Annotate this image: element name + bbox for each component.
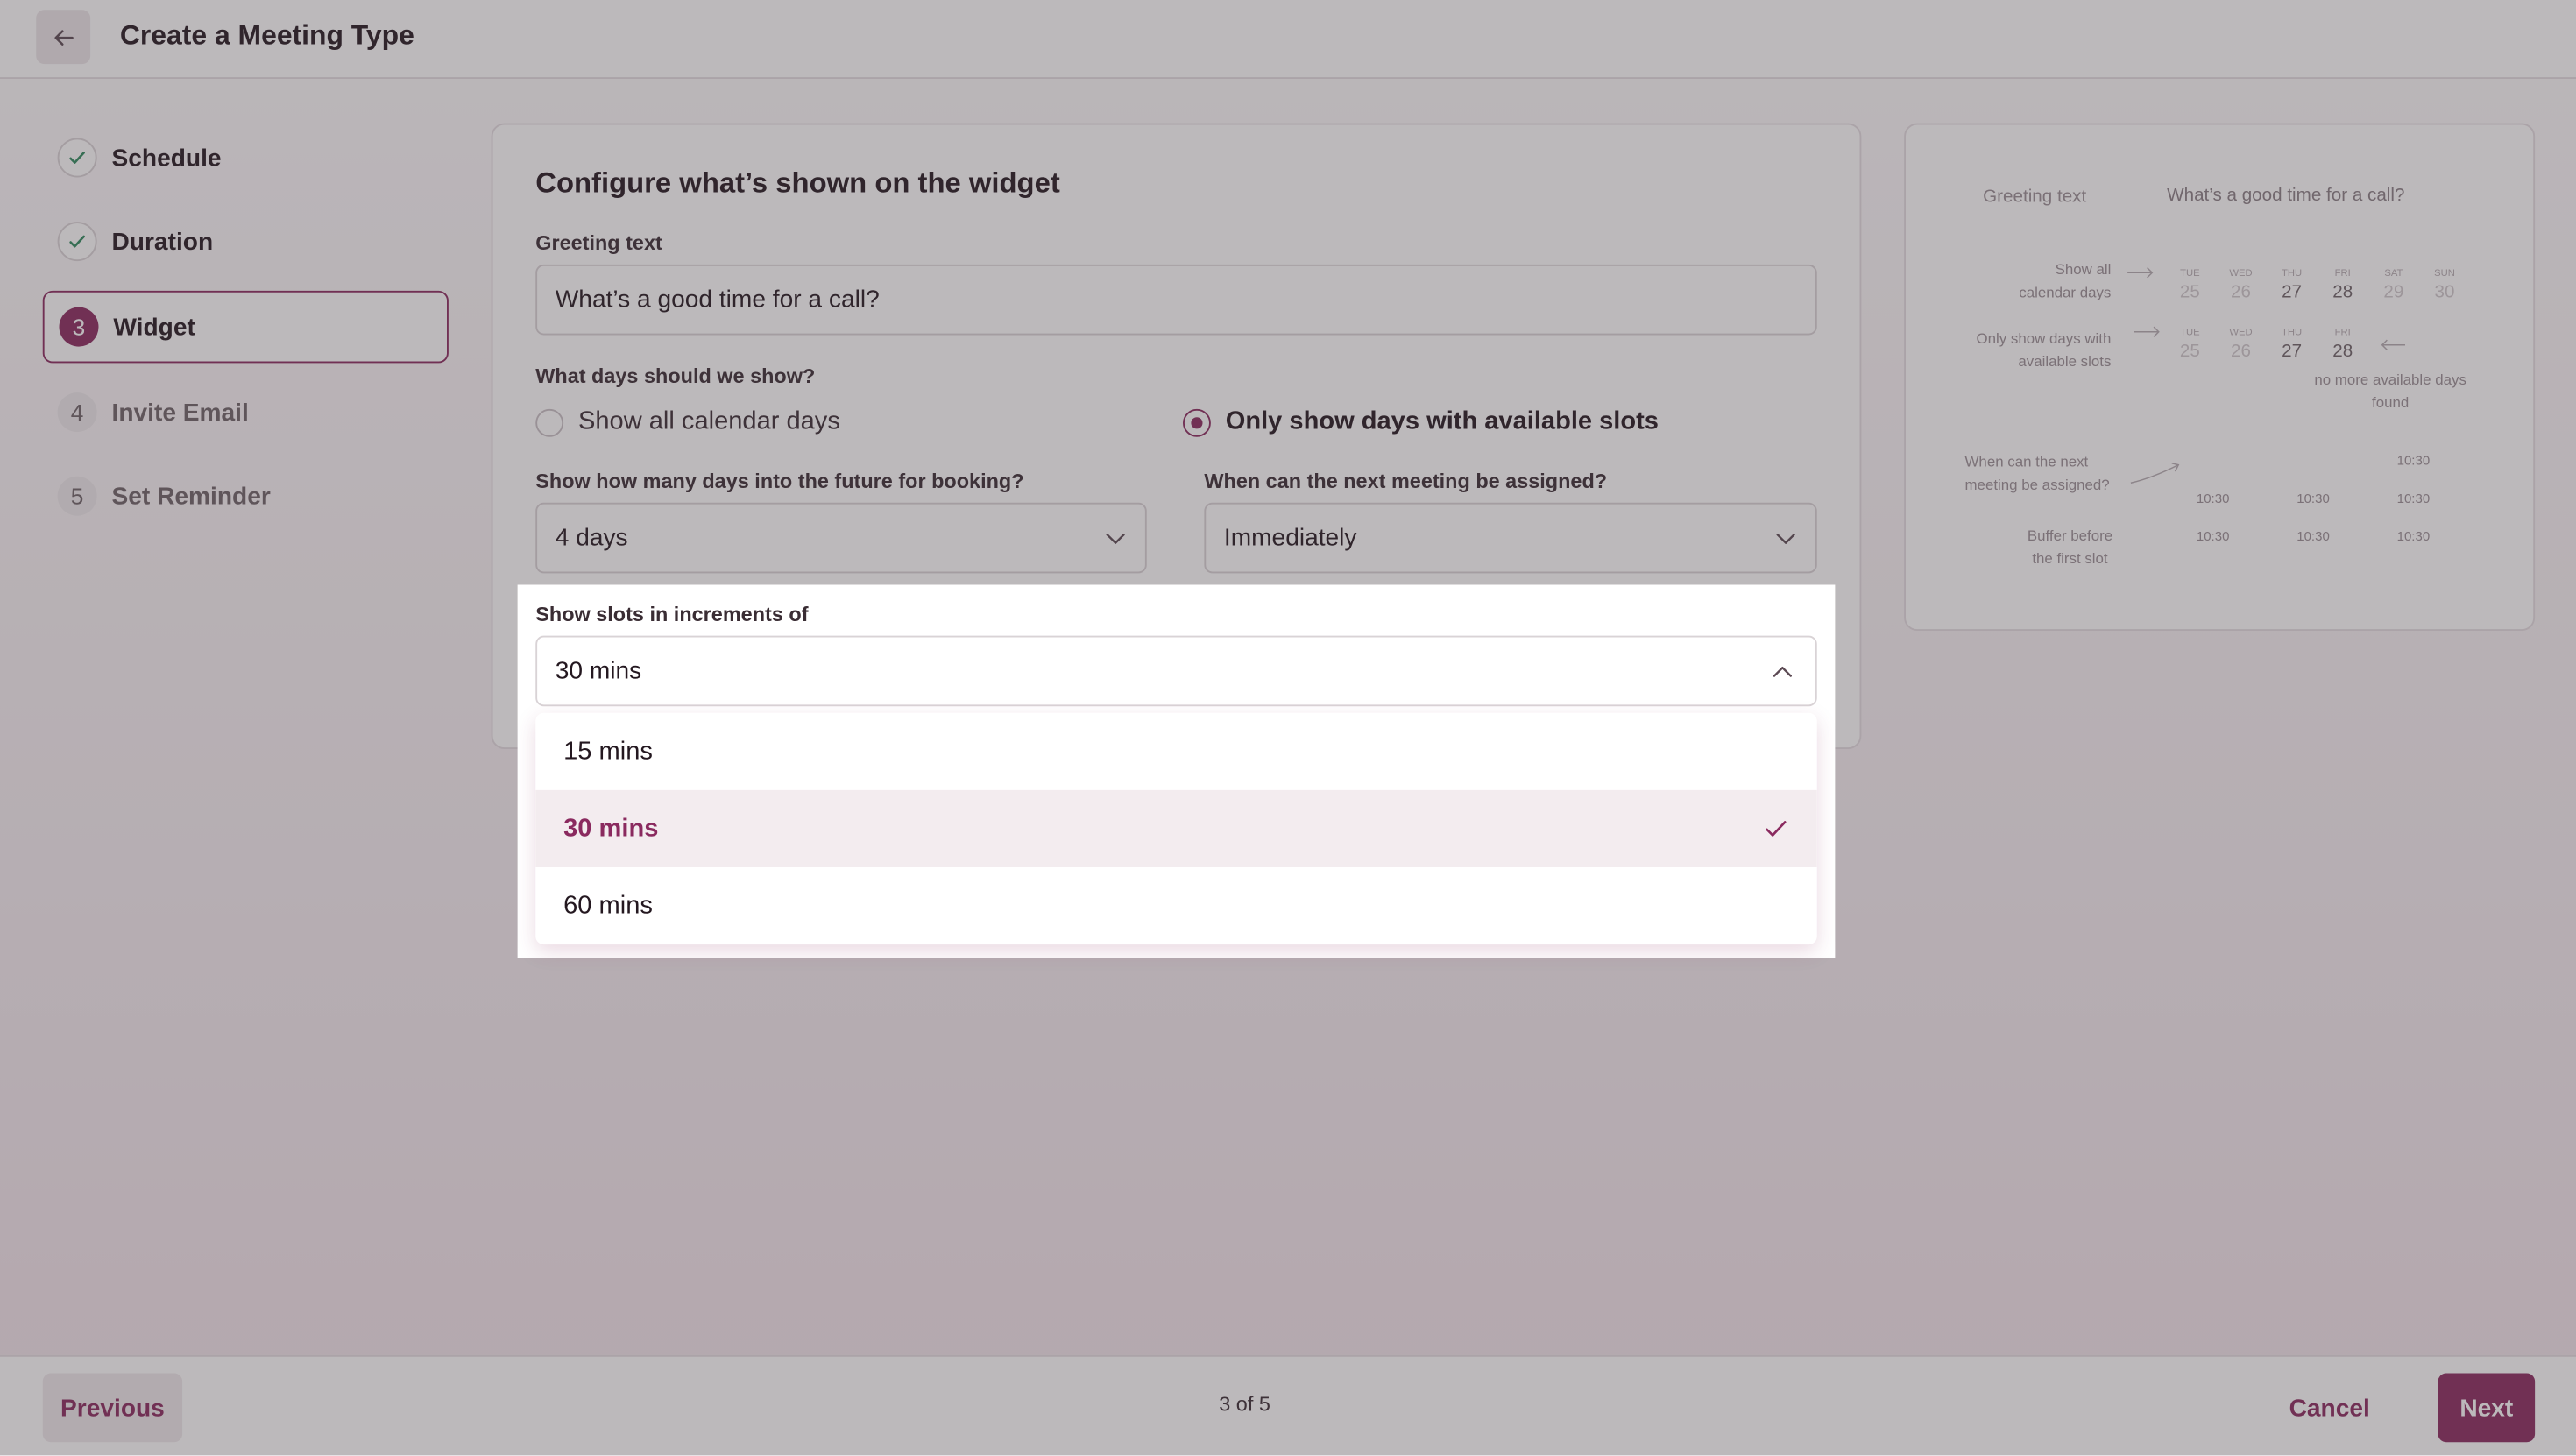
option-30-mins[interactable]: 30 mins <box>535 789 1817 867</box>
option-label: 30 mins <box>563 814 659 842</box>
app-root: Create a Meeting Type Schedule Duration … <box>0 0 2576 1456</box>
increments-label: Show slots in increments of <box>535 603 809 626</box>
check-icon <box>1766 821 1787 837</box>
option-60-mins[interactable]: 60 mins <box>535 867 1817 944</box>
chevron-up-icon <box>1773 666 1792 676</box>
select-value: 30 mins <box>555 657 642 685</box>
option-label: 15 mins <box>563 736 653 765</box>
increments-field-panel: Show slots in increments of 30 mins 15 m… <box>517 584 1836 958</box>
option-label: 60 mins <box>563 891 653 920</box>
increments-select[interactable]: 30 mins <box>535 635 1817 707</box>
option-15-mins[interactable]: 15 mins <box>535 713 1817 790</box>
increments-dropdown-menu: 15 mins 30 mins 60 mins <box>535 712 1817 945</box>
